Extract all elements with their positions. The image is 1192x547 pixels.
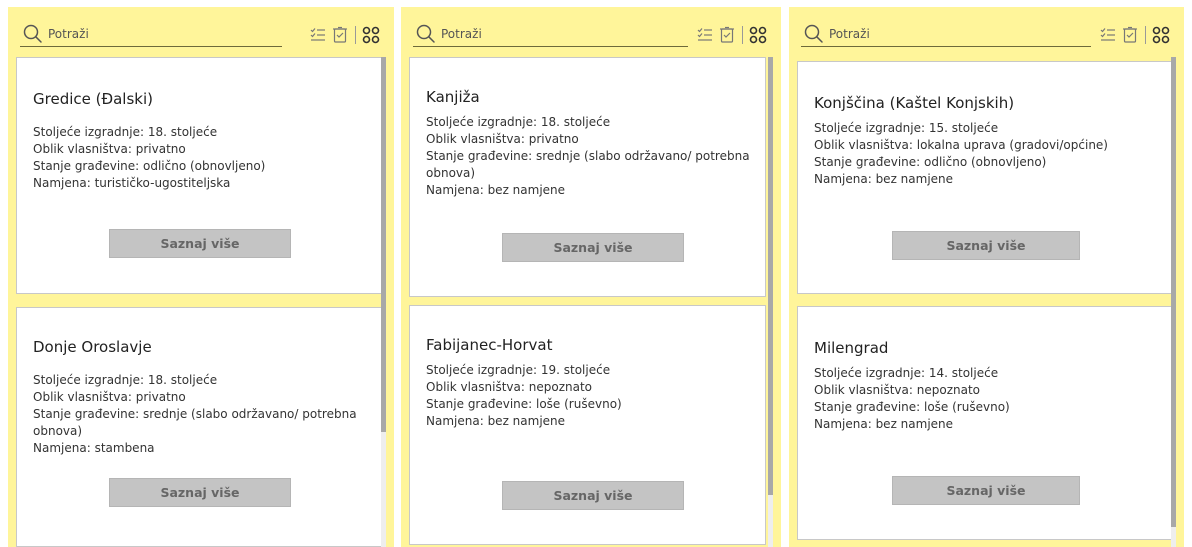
list-panel-1: Gredice (Đalski) Stoljeće izgradnje: 18.… [8, 7, 394, 547]
card-title: Kanjiža [426, 88, 480, 106]
search-box[interactable] [20, 21, 282, 47]
checklist-icon [310, 28, 325, 41]
attr-ownership: Oblik vlasništva: privatno [426, 132, 579, 146]
attr-century: Stoljeće izgradnje: 19. stoljeće [426, 363, 611, 377]
list-item[interactable]: Kanjiža Stoljeće izgradnje: 18. stoljeće… [409, 57, 766, 297]
list-item[interactable]: Gredice (Đalski) Stoljeće izgradnje: 18.… [16, 57, 382, 294]
learn-more-button[interactable]: Saznaj više [892, 476, 1080, 505]
search-input[interactable] [441, 23, 641, 44]
select-button[interactable] [1097, 24, 1119, 46]
card-title: Milengrad [814, 339, 889, 357]
panel-toolbar [801, 17, 1174, 51]
attr-condition: Stanje građevine: loše (ruševno) [814, 400, 1010, 414]
list-panel-2: Kanjiža Stoljeće izgradnje: 18. stoljeće… [401, 7, 781, 547]
attr-century: Stoljeće izgradnje: 18. stoljeće [426, 115, 611, 129]
scrollbar-thumb[interactable] [1171, 57, 1176, 527]
select-button[interactable] [307, 24, 329, 46]
attr-condition: Stanje građevine: srednje (slabo održava… [426, 149, 750, 180]
learn-more-button[interactable]: Saznaj više [109, 229, 291, 258]
card-attributes: Stoljeće izgradnje: 18. stoljeće Oblik v… [33, 372, 367, 457]
attr-century: Stoljeće izgradnje: 18. stoljeće [33, 125, 218, 139]
toolbar-separator [1145, 26, 1146, 44]
card-title: Donje Oroslavje [33, 338, 152, 356]
attr-ownership: Oblik vlasništva: privatno [33, 390, 186, 404]
learn-more-button[interactable]: Saznaj više [502, 233, 684, 262]
clear-selection-button[interactable] [1119, 24, 1141, 46]
checklist-icon [1100, 28, 1115, 41]
attr-purpose: Namjena: bez namjene [426, 414, 566, 428]
attr-condition: Stanje građevine: odlično (obnovljeno) [33, 159, 266, 173]
layout-button[interactable] [360, 24, 382, 46]
card-list: Konjščina (Kaštel Konjskih) Stoljeće izg… [797, 57, 1180, 547]
attr-century: Stoljeće izgradnje: 18. stoljeće [33, 373, 218, 387]
scrollbar[interactable] [381, 57, 386, 547]
card-attributes: Stoljeće izgradnje: 18. stoljeće Oblik v… [33, 124, 367, 192]
attr-ownership: Oblik vlasništva: nepoznato [814, 383, 981, 397]
grid-layout-icon [362, 26, 380, 44]
attr-ownership: Oblik vlasništva: lokalna uprava (gradov… [814, 138, 1108, 152]
list-item[interactable]: Konjščina (Kaštel Konjskih) Stoljeće izg… [797, 61, 1176, 294]
scrollbar-thumb[interactable] [768, 57, 773, 495]
card-title: Konjščina (Kaštel Konjskih) [814, 94, 1015, 112]
scrollbar[interactable] [768, 57, 773, 547]
grid-layout-icon [749, 26, 767, 44]
card-attributes: Stoljeće izgradnje: 19. stoljeće Oblik v… [426, 362, 751, 430]
list-item[interactable]: Donje Oroslavje Stoljeće izgradnje: 18. … [16, 307, 382, 547]
attr-condition: Stanje građevine: srednje (slabo održava… [33, 407, 357, 438]
clear-selection-button[interactable] [329, 24, 351, 46]
panel-toolbar [20, 17, 384, 51]
select-button[interactable] [694, 24, 716, 46]
card-title: Fabijanec-Horvat [426, 336, 553, 354]
card-attributes: Stoljeće izgradnje: 18. stoljeće Oblik v… [426, 114, 751, 199]
search-icon [804, 24, 823, 43]
card-title: Gredice (Đalski) [33, 90, 153, 108]
search-icon [23, 24, 42, 43]
toolbar-tools [694, 23, 769, 47]
attr-purpose: Namjena: turističko-ugostiteljska [33, 176, 231, 190]
attr-purpose: Namjena: bez namjene [814, 172, 954, 186]
clear-selection-icon [720, 26, 734, 43]
clear-selection-button[interactable] [716, 24, 738, 46]
learn-more-button[interactable]: Saznaj više [109, 478, 291, 507]
list-item[interactable]: Fabijanec-Horvat Stoljeće izgradnje: 19.… [409, 305, 766, 545]
clear-selection-icon [333, 26, 347, 43]
checklist-icon [697, 28, 712, 41]
learn-more-button[interactable]: Saznaj više [892, 231, 1080, 260]
attr-ownership: Oblik vlasništva: nepoznato [426, 380, 593, 394]
search-input[interactable] [48, 23, 248, 44]
search-box[interactable] [413, 21, 688, 47]
card-attributes: Stoljeće izgradnje: 14. stoljeće Oblik v… [814, 365, 1161, 433]
attr-condition: Stanje građevine: loše (ruševno) [426, 397, 622, 411]
learn-more-button[interactable]: Saznaj više [502, 481, 684, 510]
toolbar-tools [307, 23, 382, 47]
attr-purpose: Namjena: stambena [33, 441, 155, 455]
list-panel-3: Konjščina (Kaštel Konjskih) Stoljeće izg… [789, 7, 1184, 547]
toolbar-separator [355, 26, 356, 44]
toolbar-separator [742, 26, 743, 44]
clear-selection-icon [1123, 26, 1137, 43]
layout-button[interactable] [1150, 24, 1172, 46]
search-box[interactable] [801, 21, 1091, 47]
toolbar-tools [1097, 23, 1172, 47]
card-list: Kanjiža Stoljeće izgradnje: 18. stoljeće… [409, 57, 777, 547]
attr-purpose: Namjena: bez namjene [814, 417, 954, 431]
scrollbar-thumb[interactable] [381, 57, 386, 432]
search-input[interactable] [829, 23, 1029, 44]
card-list: Gredice (Đalski) Stoljeće izgradnje: 18.… [16, 57, 390, 547]
attr-condition: Stanje građevine: odlično (obnovljeno) [814, 155, 1047, 169]
attr-ownership: Oblik vlasništva: privatno [33, 142, 186, 156]
list-item[interactable]: Milengrad Stoljeće izgradnje: 14. stolje… [797, 306, 1176, 540]
grid-layout-icon [1152, 26, 1170, 44]
attr-century: Stoljeće izgradnje: 14. stoljeće [814, 366, 999, 380]
attr-century: Stoljeće izgradnje: 15. stoljeće [814, 121, 999, 135]
panel-toolbar [413, 17, 771, 51]
card-attributes: Stoljeće izgradnje: 15. stoljeće Oblik v… [814, 120, 1161, 188]
scrollbar[interactable] [1171, 57, 1176, 547]
layout-button[interactable] [747, 24, 769, 46]
attr-purpose: Namjena: bez namjene [426, 183, 566, 197]
search-icon [416, 24, 435, 43]
